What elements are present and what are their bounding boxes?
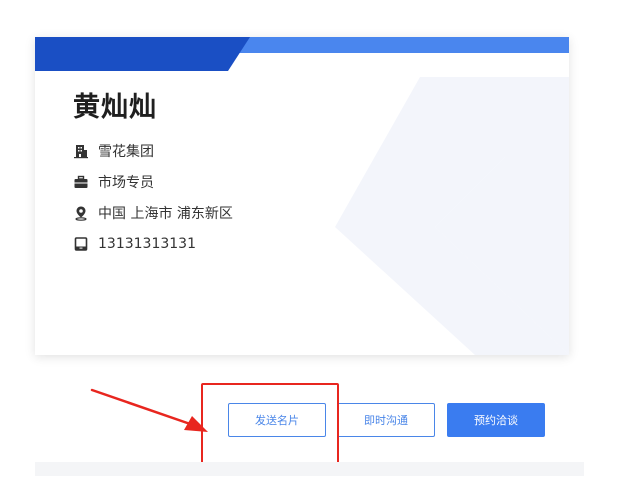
- phone-text: 13131313131: [98, 236, 196, 252]
- location-row: 中国 上海市 浦东新区: [73, 203, 233, 223]
- location-pin-icon: [73, 205, 89, 221]
- page: 黄灿灿 雪花集团 市场专员 中国 上海市 浦东新区 13131313131 发送…: [0, 0, 621, 492]
- company-row: 雪花集团: [73, 141, 154, 161]
- position-row: 市场专员: [73, 172, 154, 192]
- phone-row: 13131313131: [73, 234, 196, 254]
- building-icon: [73, 143, 89, 159]
- red-highlight-box: [201, 383, 339, 466]
- briefcase-icon: [73, 174, 89, 190]
- company-text: 雪花集团: [98, 144, 154, 160]
- card-header-banner: [35, 37, 569, 71]
- instant-chat-button[interactable]: 即时沟通: [337, 403, 435, 437]
- bottom-divider: [35, 462, 584, 476]
- location-text: 中国 上海市 浦东新区: [98, 206, 233, 222]
- red-arrow-annotation: [90, 388, 208, 432]
- contact-name: 黄灿灿: [73, 92, 157, 123]
- phone-icon: [73, 236, 89, 252]
- position-text: 市场专员: [98, 175, 154, 191]
- appointment-button[interactable]: 预约洽谈: [447, 403, 545, 437]
- business-card: 黄灿灿 雪花集团 市场专员 中国 上海市 浦东新区 13131313131: [35, 37, 569, 355]
